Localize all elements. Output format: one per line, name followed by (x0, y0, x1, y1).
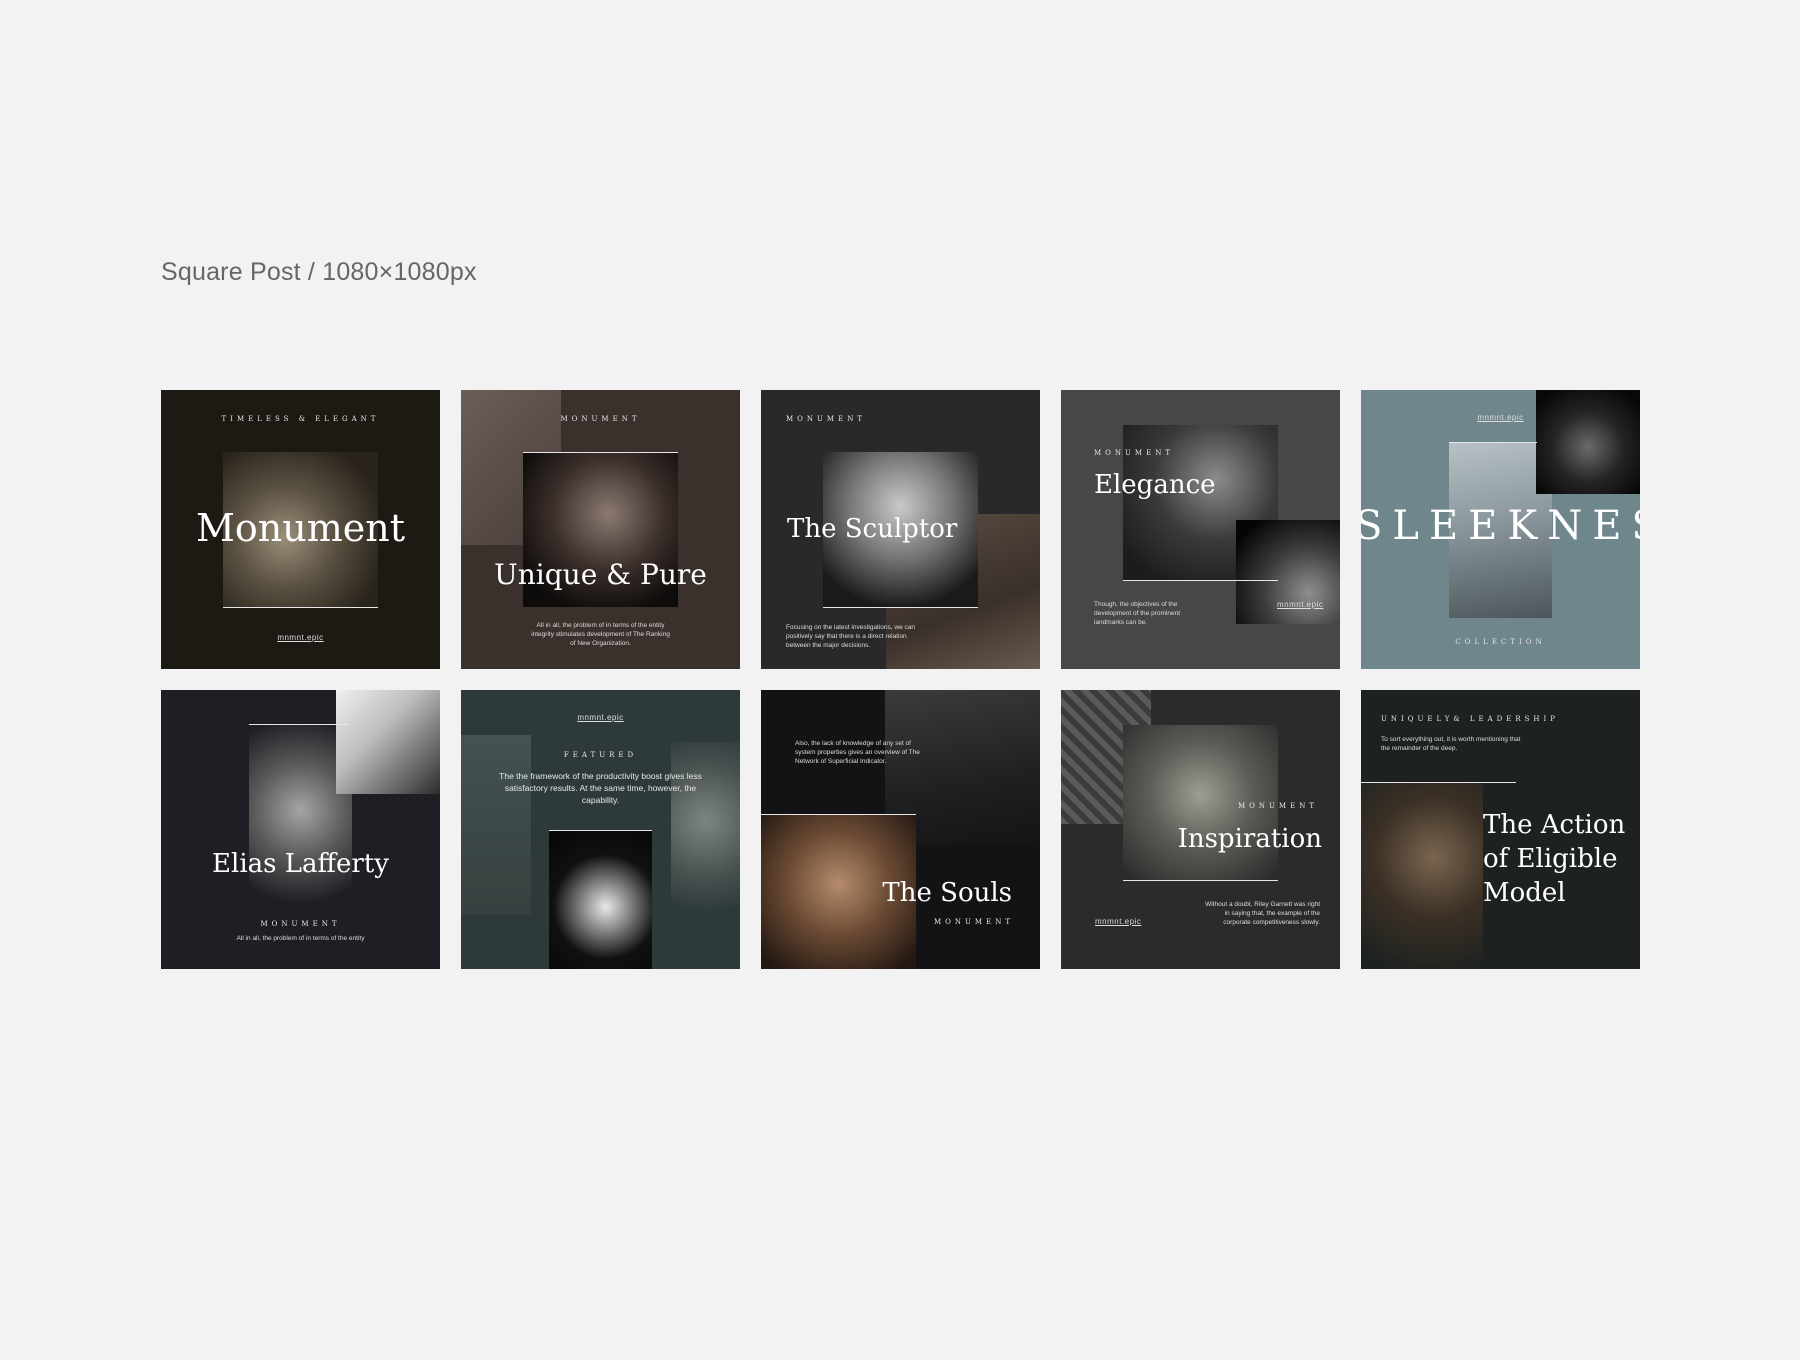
post-kicker: TIMELESS & ELEGANT (221, 415, 380, 423)
post-title: Elegance (1094, 470, 1216, 500)
post-body: The the framework of the productivity bo… (499, 771, 702, 805)
post-card-inspiration[interactable]: MONUMENT Inspiration mnmnt.epic Without … (1061, 690, 1340, 969)
post-body: Also, the lack of knowledge of any set o… (795, 740, 920, 765)
wall-photo (461, 735, 531, 915)
post-card-monument[interactable]: TIMELESS & ELEGANT Monument mnmnt.epic (161, 390, 440, 669)
post-grid: TIMELESS & ELEGANT Monument mnmnt.epic M… (0, 0, 1800, 1360)
post-title: Unique & Pure (494, 558, 707, 591)
post-kicker: MONUMENT (1237, 802, 1318, 810)
post-card-featured[interactable]: mnmnt.epic FEATURED The the framework of… (461, 690, 740, 969)
post-kicker: MONUMENT (786, 415, 867, 423)
post-link[interactable]: mnmnt.epic (1361, 413, 1640, 422)
post-card-sleekness[interactable]: mnmnt.epic SLEEKNESS COLLECTION (1361, 390, 1640, 669)
swan-photo (549, 831, 652, 969)
post-kicker: MONUMENT (933, 918, 1014, 926)
post-body: All in all, the problem of in terms of t… (236, 935, 365, 942)
post-kicker: MONUMENT (560, 415, 641, 423)
post-body: Focusing on the latest investigations, w… (786, 624, 915, 649)
post-body: Though, the objectives of the developmen… (1094, 601, 1180, 626)
post-title: The Sculptor (787, 514, 958, 544)
post-kicker: MONUMENT (1094, 449, 1175, 457)
post-link[interactable]: mnmnt.epic (1095, 917, 1141, 926)
post-card-unique-pure[interactable]: MONUMENT Unique & Pure All in all, the p… (461, 390, 740, 669)
post-kicker: COLLECTION (1455, 638, 1546, 646)
post-card-elias-lafferty[interactable]: Elias Lafferty MONUMENT All in all, the … (161, 690, 440, 969)
post-body: All in all, the problem of in terms of t… (531, 622, 670, 647)
post-title: The Souls (882, 878, 1012, 908)
fabric-photo (336, 690, 440, 794)
post-body: Without a doubt, Riley Garnett was right… (1205, 901, 1320, 926)
post-kicker: FEATURED (563, 751, 638, 759)
post-title: Elias Lafferty (212, 849, 389, 879)
post-card-eligible-model[interactable]: UNIQUELY& LEADERSHIP To sort everything … (1361, 690, 1640, 969)
post-title: Inspiration (1177, 824, 1322, 854)
post-title: SLEEKNESS (1361, 503, 1640, 549)
woman-photo (671, 742, 740, 917)
post-title: Monument (196, 506, 405, 550)
post-body: To sort everything out, it is worth ment… (1381, 736, 1521, 752)
post-kicker: MONUMENT (260, 920, 341, 928)
climber-photo (1536, 390, 1640, 494)
post-card-the-souls[interactable]: Also, the lack of knowledge of any set o… (761, 690, 1040, 969)
model-photo (1361, 783, 1483, 969)
post-title: The Action of Eligible Model (1483, 810, 1626, 908)
post-link[interactable]: mnmnt.epic (461, 713, 740, 722)
post-link[interactable]: mnmnt.epic (161, 633, 440, 642)
post-card-elegance[interactable]: MONUMENT Elegance Though, the objectives… (1061, 390, 1340, 669)
post-card-the-sculptor[interactable]: MONUMENT The Sculptor Focusing on the la… (761, 390, 1040, 669)
post-kicker: UNIQUELY& LEADERSHIP (1381, 715, 1559, 723)
post-link[interactable]: mnmnt.epic (1277, 600, 1323, 609)
